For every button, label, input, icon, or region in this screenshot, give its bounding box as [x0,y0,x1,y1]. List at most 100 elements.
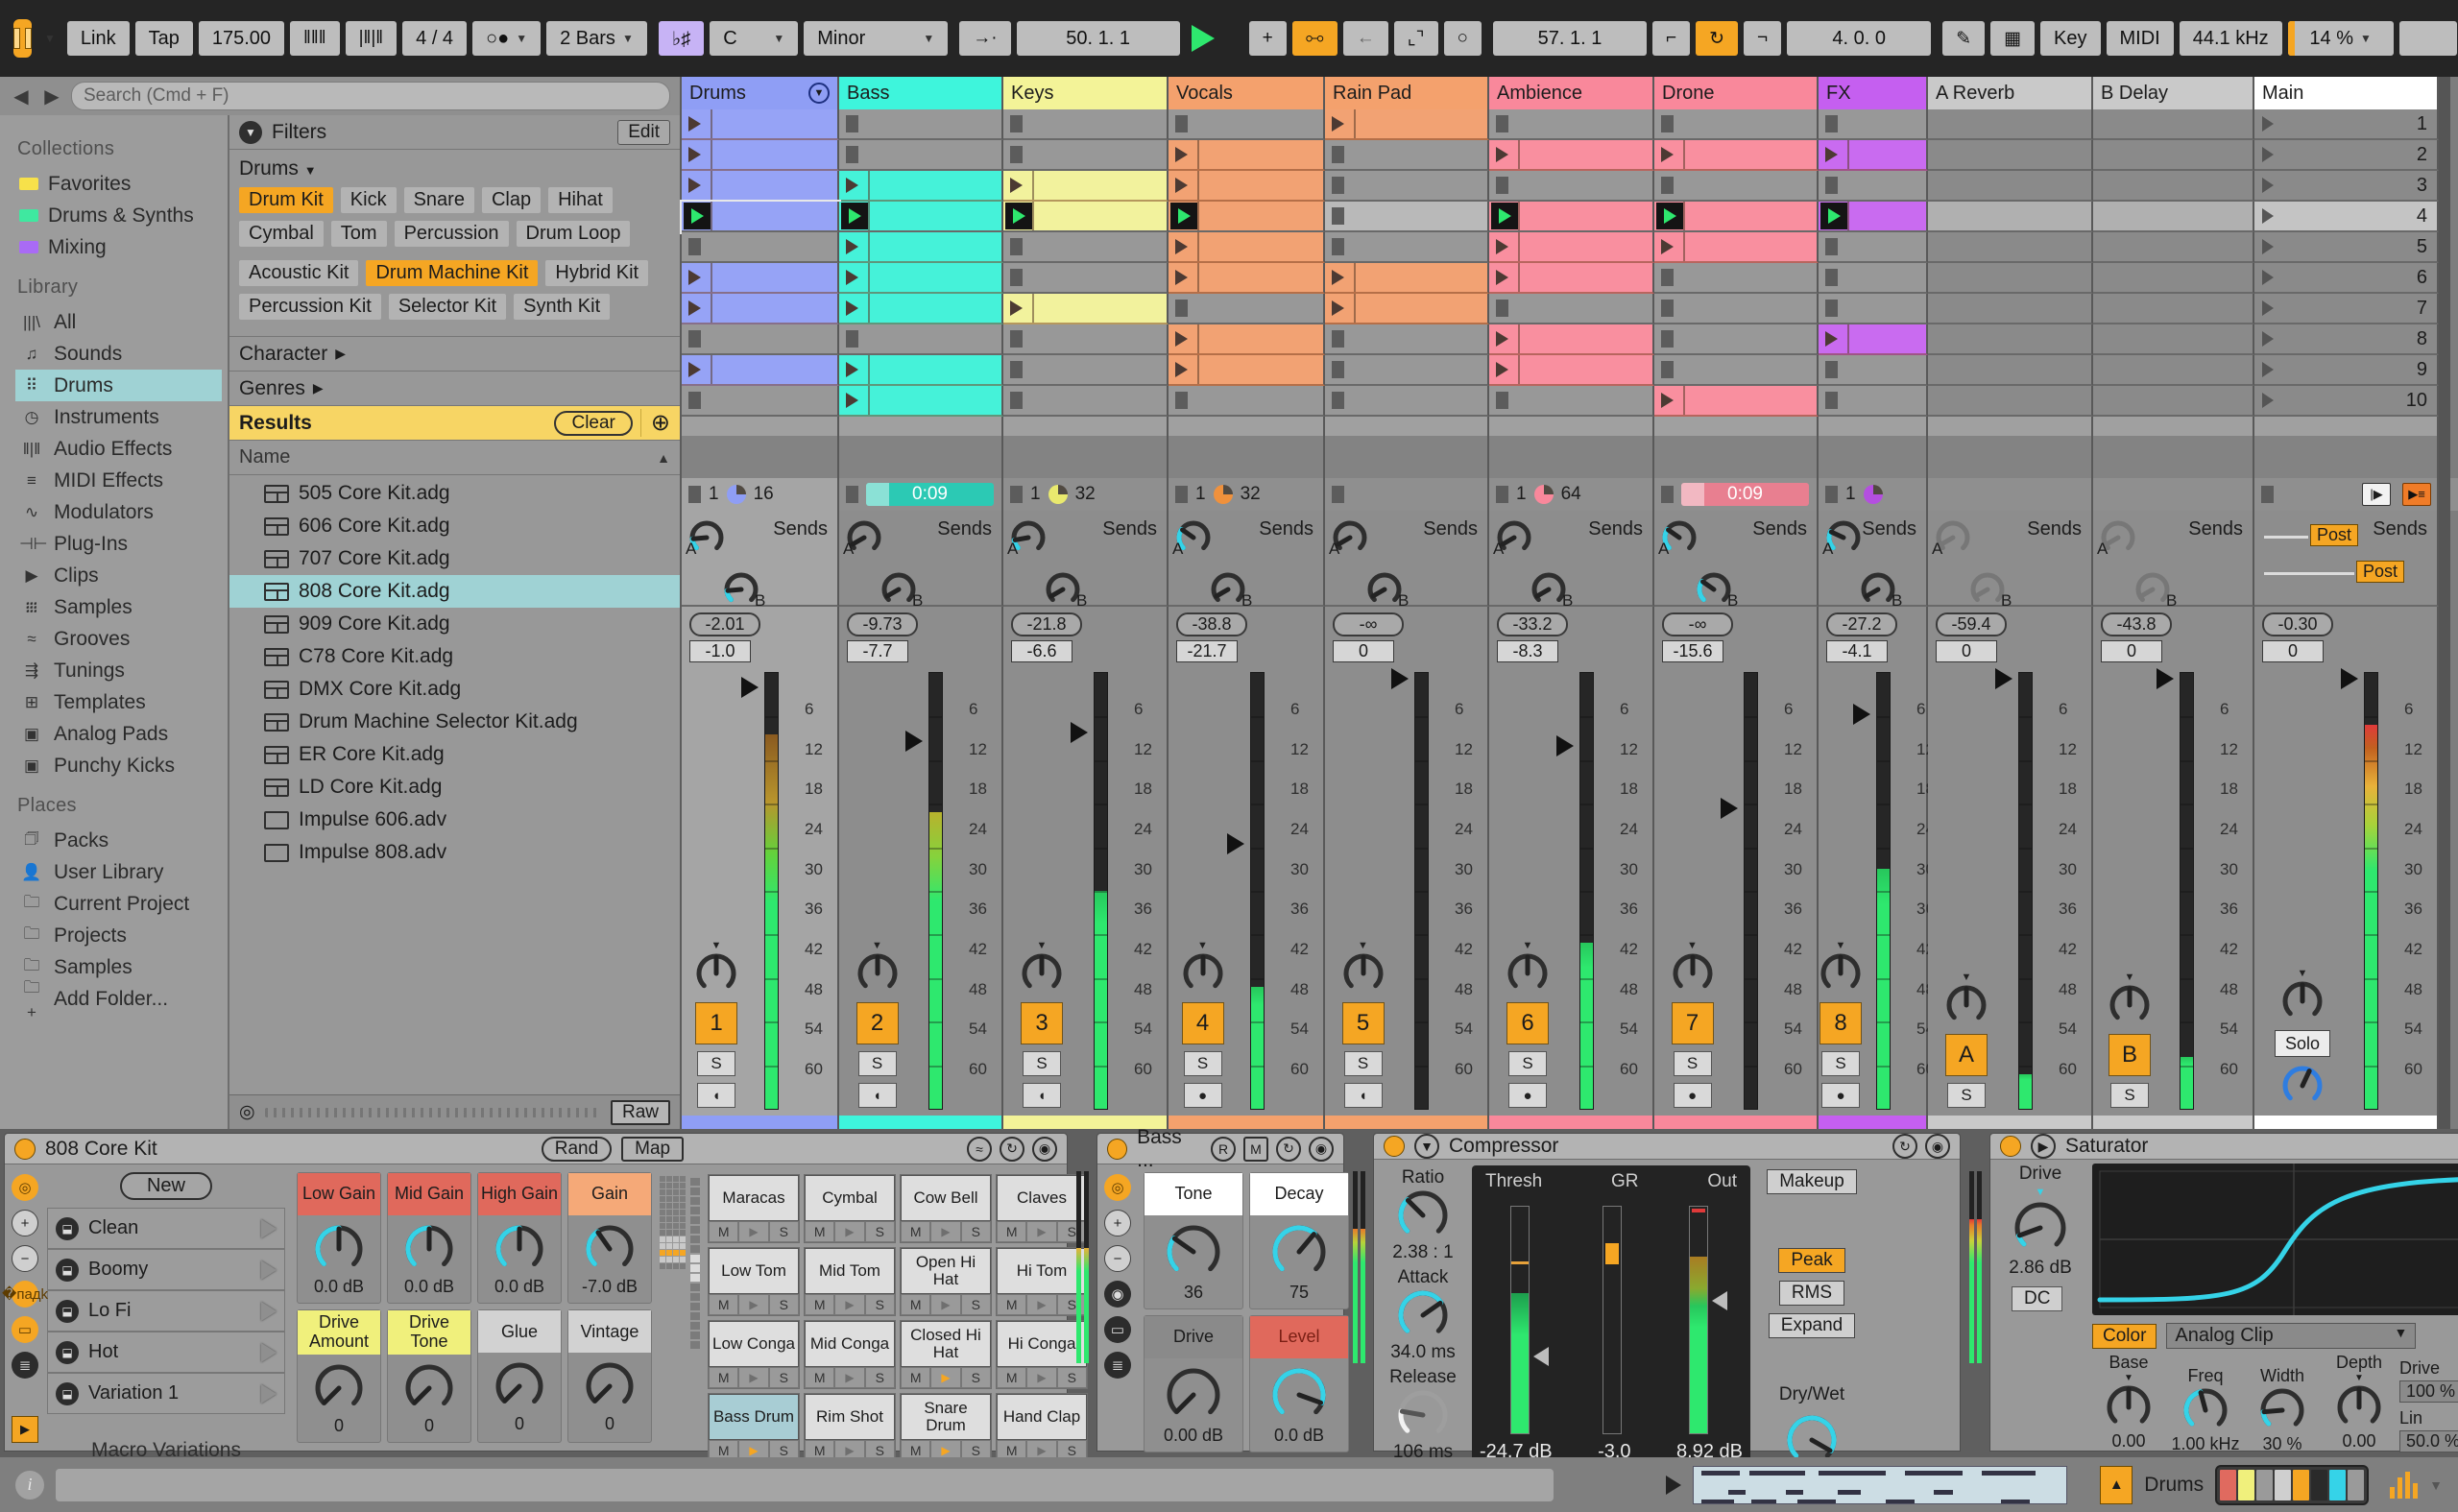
track-dropdown-icon[interactable]: ▼ [808,83,830,104]
width-value[interactable]: 30 % [2262,1434,2301,1454]
clip-stop-icon[interactable] [1661,177,1674,194]
solo-button[interactable]: S [697,1051,735,1076]
scene-play-icon[interactable] [2262,116,2274,132]
volume-field[interactable]: -1.0 [689,640,751,662]
hot-swap-icon[interactable]: ↻ [1276,1137,1301,1162]
clip-play-icon[interactable] [1175,331,1188,347]
send-a-knob[interactable]: A [1174,518,1213,557]
macro-knob[interactable] [403,1215,455,1275]
result-item[interactable]: 505 Core Kit.adg [229,477,680,510]
monitor-button[interactable]: ◖ [697,1083,735,1108]
scene-1[interactable]: 1 [2254,109,2439,140]
thresh-meter[interactable] [1510,1206,1530,1434]
sidebar-collection-mixing[interactable]: Mixing [15,231,228,263]
clip-slot[interactable] [1489,355,1654,386]
volume-field[interactable]: -6.6 [1011,640,1072,662]
remove-variation-icon[interactable]: − [1104,1245,1131,1272]
pad-play-icon[interactable]: ▶ [738,1440,768,1457]
clip-stop-icon[interactable] [1825,392,1838,409]
clip-stop-icon[interactable] [1175,392,1188,409]
track-stop-row[interactable]: 132 [1169,478,1325,511]
clip-slot[interactable] [839,386,1003,417]
track-stop-row[interactable]: 132 [1003,478,1169,511]
track-number-button[interactable]: A [1945,1034,1988,1076]
hot-swap-icon[interactable]: ↻ [1000,1137,1024,1162]
solo-button[interactable]: S [1344,1051,1383,1076]
clip-play-icon[interactable] [688,300,701,316]
result-item[interactable]: DMX Core Kit.adg [229,673,680,706]
clip-slot[interactable] [682,109,839,140]
search-input[interactable]: Search (Cmd + F) [71,82,670,110]
volume-field[interactable]: -7.7 [847,640,908,662]
pad-mute-button[interactable]: M [901,1440,930,1457]
scene-play-icon[interactable] [2262,147,2274,162]
punch-out-button[interactable]: ¬ [1744,21,1781,56]
drive-value[interactable]: 2.86 dB [2009,1258,2072,1279]
drum-pad-bass-drum[interactable]: Bass DrumM▶S [708,1393,800,1457]
base-value[interactable]: 0.00 [2111,1431,2145,1452]
scene-2[interactable]: 2 [2254,140,2439,171]
clip-stop-icon[interactable] [1825,361,1838,378]
volume-fader-handle[interactable] [1721,798,1738,819]
filters-collapse-icon[interactable]: ▼ [239,121,262,144]
re-enable-automation-button[interactable]: ← [1343,21,1388,56]
knob[interactable] [1396,1188,1450,1242]
clip-play-icon[interactable] [846,393,858,408]
send-a-knob[interactable]: A [687,518,726,557]
peak-level-display[interactable]: -38.8 [1176,612,1247,636]
sidebar-place-samples[interactable]: 🗀Samples [15,951,228,983]
result-item[interactable]: Impulse 808.adv [229,836,680,869]
automation-arm-button[interactable]: ⧟ [1292,21,1337,56]
send-b-knob[interactable]: B [722,570,760,609]
metronome-pattern-icon[interactable]: |‖|‖ [346,21,398,56]
sidebar-item-modulators[interactable]: ∿Modulators [15,496,228,528]
clip-slot[interactable] [1325,294,1489,324]
clip-play-icon[interactable] [1175,147,1188,162]
scene-play-icon[interactable] [2262,393,2274,408]
sidebar-item-tunings[interactable]: ⇶Tunings [15,655,228,686]
knob[interactable] [2258,1386,2306,1434]
knob[interactable] [1785,1413,1839,1457]
filter-tag-percussion-kit[interactable]: Percussion Kit [239,294,381,320]
sidebar-item-grooves[interactable]: ≈Grooves [15,623,228,655]
filter-tag-selector-kit[interactable]: Selector Kit [389,294,506,320]
preview-waveform[interactable] [265,1108,601,1117]
pad-solo-button[interactable]: S [865,1294,895,1315]
filter-genres-row[interactable]: Genres▶ [229,372,680,406]
clip-slot[interactable] [1003,140,1169,171]
clip-stop-icon[interactable] [1661,269,1674,286]
pad-mute-button[interactable]: M [901,1294,930,1315]
solo-button[interactable]: S [1184,1051,1222,1076]
pad-solo-button[interactable]: S [769,1367,799,1388]
save-preset-icon[interactable]: ◉ [1032,1137,1057,1162]
clip-slot[interactable] [839,140,1003,171]
release-value[interactable]: 106 ms [1393,1442,1453,1457]
volume-field[interactable]: -15.6 [1662,640,1723,662]
stop-all-clips-icon[interactable] [846,486,858,503]
sidebar-item-audio-effects[interactable]: ‖|‖Audio Effects [15,433,228,465]
filter-tag-hybrid-kit[interactable]: Hybrid Kit [545,260,648,286]
field-value[interactable]: 50.0 % [2399,1430,2458,1452]
pad-mute-button[interactable]: M [805,1294,834,1315]
clip-slot[interactable] [1819,263,1928,294]
send-a-knob[interactable]: A [1331,518,1369,557]
m-button[interactable]: M [1243,1137,1268,1162]
clip-slot[interactable] [1819,294,1928,324]
clip-play-icon[interactable] [1825,331,1838,347]
clip-play-icon[interactable] [1332,300,1344,316]
track-number-button[interactable]: 7 [1672,1002,1714,1044]
clip-stop-icon[interactable] [1825,269,1838,286]
macro-knob[interactable] [313,1215,365,1275]
pad-play-icon[interactable]: ▶ [930,1294,960,1315]
clip-stop-icon[interactable] [1175,115,1188,132]
clip-slot[interactable] [1819,355,1928,386]
results-name-column[interactable]: Name [239,446,290,468]
track-stop-row[interactable] [1325,478,1489,511]
send-a-knob[interactable]: A [845,518,883,557]
pad-bank-overview[interactable] [660,1164,688,1451]
clip-stop-icon[interactable] [688,392,701,409]
clip-play-icon[interactable] [1332,116,1344,132]
clip-stop-icon[interactable] [1825,177,1838,194]
show-macros-icon[interactable]: ◉ [1104,1281,1131,1308]
capture-midi-button[interactable]: ⌞⌝ [1394,21,1438,56]
